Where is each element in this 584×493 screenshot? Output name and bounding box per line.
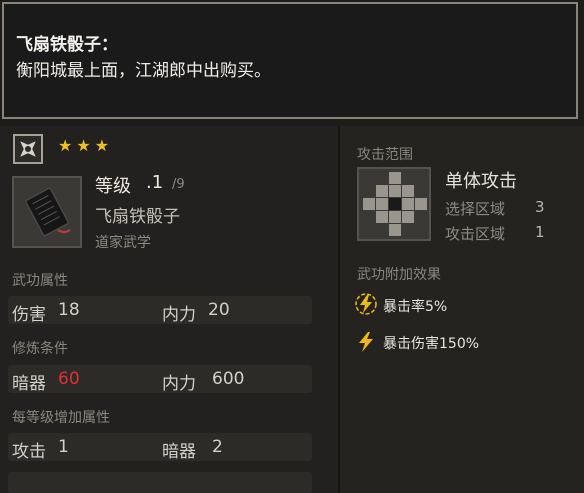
level-label: 等级 bbox=[95, 176, 131, 197]
attack-value: 1 bbox=[58, 437, 69, 457]
attack-range-type: 单体攻击 bbox=[445, 171, 517, 192]
item-name: 飞扇铁骰子 bbox=[95, 207, 180, 227]
requirements-row: 暗器 60 内力 600 bbox=[8, 365, 312, 394]
item-icon-frame[interactable] bbox=[12, 176, 82, 248]
per-level-header: 每等级增加属性 bbox=[12, 410, 110, 426]
select-area-label: 选择区域 bbox=[445, 200, 506, 218]
skill-type-shuriken-icon bbox=[13, 134, 43, 164]
mp-value: 20 bbox=[208, 300, 230, 320]
per-level-row: 攻击 1 暗器 2 bbox=[8, 433, 312, 462]
attributes-header: 武功属性 bbox=[12, 273, 68, 289]
attributes-row: 伤害 18 内力 20 bbox=[8, 296, 312, 325]
level-value: .1 bbox=[146, 172, 164, 193]
attack-label: 攻击 bbox=[12, 442, 46, 462]
mp-label: 内力 bbox=[162, 305, 196, 325]
crit-rate-text: 暴击率5% bbox=[383, 299, 448, 315]
bonus-effects-header: 武功附加效果 bbox=[357, 267, 441, 283]
attack-area-value: 1 bbox=[535, 223, 545, 241]
crit-damage-text: 暴击伤害150% bbox=[383, 336, 480, 352]
extra-stat-row bbox=[8, 472, 312, 493]
mp-req-value: 600 bbox=[212, 369, 245, 389]
attack-range-grid bbox=[357, 167, 431, 241]
item-school: 道家武学 bbox=[95, 235, 151, 251]
hidden-weapon-gain-value: 2 bbox=[212, 437, 223, 457]
item-tooltip: 飞扇铁骰子： 衡阳城最上面，江湖郎中出购买。 bbox=[2, 2, 578, 119]
damage-label: 伤害 bbox=[12, 305, 46, 325]
damage-value: 18 bbox=[58, 300, 80, 320]
level-max: /9 bbox=[172, 177, 185, 192]
mp-req-label: 内力 bbox=[162, 374, 196, 394]
select-area-value: 3 bbox=[535, 198, 545, 216]
tooltip-title: 飞扇铁骰子： bbox=[16, 35, 118, 55]
rarity-stars: ★★★ bbox=[58, 136, 114, 155]
attack-range-header: 攻击范围 bbox=[357, 147, 413, 163]
hidden-weapon-req-value: 60 bbox=[58, 369, 80, 389]
requirements-header: 修炼条件 bbox=[12, 341, 68, 357]
iron-dice-fan-icon bbox=[25, 187, 71, 237]
crit-damage-lightning-icon bbox=[359, 332, 373, 352]
crit-rate-lightning-icon bbox=[355, 293, 377, 315]
attack-area-label: 攻击区域 bbox=[445, 225, 506, 243]
hidden-weapon-gain-label: 暗器 bbox=[162, 442, 196, 462]
hidden-weapon-req-label: 暗器 bbox=[12, 374, 46, 394]
tooltip-description: 衡阳城最上面，江湖郎中出购买。 bbox=[16, 61, 271, 81]
